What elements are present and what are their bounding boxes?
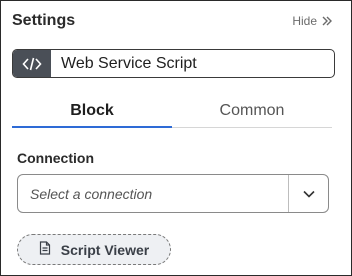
tab-common[interactable]: Common bbox=[172, 94, 332, 127]
script-viewer-label: Script Viewer bbox=[60, 241, 150, 258]
connection-label: Connection bbox=[17, 150, 94, 166]
document-icon bbox=[39, 241, 51, 258]
hide-label: Hide bbox=[292, 14, 317, 28]
code-icon bbox=[13, 50, 51, 77]
block-name-field[interactable]: Web Service Script bbox=[12, 49, 335, 78]
panel-title: Settings bbox=[12, 12, 76, 29]
settings-tabs: Block Common bbox=[12, 94, 332, 128]
connection-placeholder: Select a connection bbox=[30, 185, 153, 202]
settings-header: Settings Hide bbox=[12, 10, 333, 32]
script-viewer-button[interactable]: Script Viewer bbox=[17, 234, 171, 265]
double-chevron-right-icon bbox=[321, 15, 333, 27]
chevron-down-icon[interactable] bbox=[288, 175, 328, 212]
hide-button[interactable]: Hide bbox=[292, 14, 333, 28]
tab-block[interactable]: Block bbox=[12, 94, 172, 128]
connection-select[interactable]: Select a connection bbox=[17, 174, 329, 213]
settings-panel: Settings Hide Web Service Script Block C… bbox=[0, 0, 352, 276]
block-name: Web Service Script bbox=[61, 54, 197, 72]
